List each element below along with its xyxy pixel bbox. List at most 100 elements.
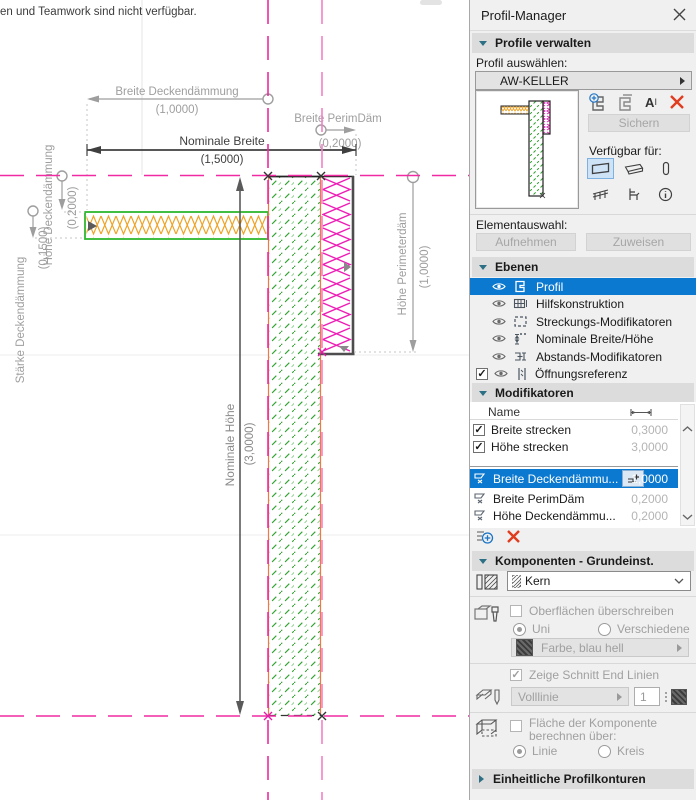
available-other-toggle[interactable]: [652, 184, 679, 205]
modifier-row-breite-deckendaemmung[interactable]: Breite Deckendämmu... 1,0000: [470, 469, 678, 488]
wall-core[interactable]: [268, 176, 321, 716]
layer-row-nominale-breite-hoehe[interactable]: Nominale Breite/Höhe: [470, 330, 696, 347]
modifier-table: Name ✓ Breite strecken 0,3000 ✓ Höhe str…: [470, 402, 696, 528]
dim-breite-deckendaemmung[interactable]: Breite Deckendämmung (1,0000): [87, 86, 273, 116]
add-modifier-button[interactable]: [476, 529, 494, 545]
dim-hoehe-perimeterdaem[interactable]: Höhe Perimeterdäm (1,0000): [397, 172, 431, 353]
pen-color-swatch: [671, 689, 687, 705]
value-column-header-icon[interactable]: [630, 408, 652, 417]
profile-layer-icon: [514, 280, 527, 293]
store-profile-button[interactable]: [614, 92, 636, 112]
new-profile-button[interactable]: [587, 92, 609, 112]
delete-profile-button[interactable]: [666, 92, 688, 112]
svg-text:(1,5000): (1,5000): [201, 154, 244, 166]
modifier-table-scrollbar[interactable]: [680, 404, 695, 526]
save-button[interactable]: Sichern: [588, 114, 690, 132]
section-modifikatoren[interactable]: Modifikatoren: [472, 383, 694, 403]
layer-row-profil[interactable]: Profil: [470, 278, 696, 295]
eye-icon[interactable]: [492, 334, 506, 343]
surface-dropdown[interactable]: Farbe, blau hell: [511, 638, 689, 657]
eye-icon[interactable]: [492, 352, 506, 361]
panel-titlebar[interactable]: Profil-Manager: [470, 0, 696, 31]
pen-color-button[interactable]: [664, 687, 690, 706]
assign-button[interactable]: Zuweisen: [586, 233, 691, 251]
component-dropdown[interactable]: Kern: [507, 571, 691, 591]
eye-icon[interactable]: [492, 317, 506, 326]
available-wall-toggle[interactable]: [587, 158, 614, 179]
area-calc-row[interactable]: Fläche der Komponente berechnen über:: [510, 717, 689, 743]
pen-number-input[interactable]: 1: [634, 687, 660, 706]
profile-select-dropdown[interactable]: AW-KELLER: [475, 71, 692, 90]
nominal-dimension-icon: [513, 332, 528, 346]
eye-icon[interactable]: [492, 299, 506, 308]
info-icon: [658, 187, 673, 202]
perimeter-insulation[interactable]: [318, 176, 355, 355]
modifier-row-breite-strecken[interactable]: ✓ Breite strecken 0,3000: [470, 421, 678, 438]
scroll-down-icon[interactable]: [681, 513, 694, 521]
modifier-row-breite-perimdaem[interactable]: Breite PerimDäm 0,2000: [470, 490, 678, 507]
eye-icon[interactable]: [492, 282, 506, 291]
kreis-radio[interactable]: [598, 745, 611, 758]
dim-nominale-breite[interactable]: Nominale Breite (1,5000): [87, 134, 356, 166]
profile-edit-canvas[interactable]: en und Teamwork sind nicht verfügbar.: [0, 0, 470, 800]
verschiedene-radio[interactable]: [598, 623, 611, 636]
svg-text:Breite Deckendämmung: Breite Deckendämmung: [115, 86, 238, 98]
profile-preview[interactable]: [475, 90, 579, 209]
section-profile-verwalten[interactable]: Profile verwalten: [472, 33, 694, 53]
kreis-radio-row[interactable]: Kreis: [598, 744, 644, 758]
linetype-dropdown[interactable]: Volllinie: [511, 687, 629, 706]
dim-breite-perimdaem[interactable]: Breite PerimDäm (0,2000): [294, 113, 382, 150]
component-icon: [476, 573, 500, 591]
svg-text:(1,0000): (1,0000): [419, 245, 431, 288]
linie-radio-row[interactable]: Linie: [513, 744, 557, 758]
modifier-row-hoehe-strecken[interactable]: ✓ Höhe strecken 3,0000: [470, 438, 678, 455]
delete-modifier-button[interactable]: [506, 529, 521, 544]
component-hatch-icon: [512, 575, 521, 588]
pickup-button[interactable]: Aufnehmen: [476, 233, 576, 251]
uni-radio-row[interactable]: Uni: [513, 622, 550, 636]
uni-radio[interactable]: [513, 623, 526, 636]
end-lines-checkbox[interactable]: ✓: [510, 669, 522, 681]
eye-icon[interactable]: [494, 369, 508, 378]
chevron-down-icon: [674, 578, 684, 584]
reference-guide-lines[interactable]: [0, 0, 470, 800]
available-beam-toggle[interactable]: [620, 158, 647, 179]
chair-object-icon: [626, 187, 641, 202]
available-railing-toggle[interactable]: [587, 184, 614, 205]
svg-text:Nominale Höhe: Nominale Höhe: [223, 403, 237, 486]
section-ebenen[interactable]: Ebenen: [472, 257, 694, 277]
surface-swatch: [516, 639, 533, 656]
close-icon[interactable]: [672, 7, 687, 22]
section-komponenten[interactable]: Komponenten - Grundeinst.: [472, 551, 694, 571]
profile-drawing: Breite Deckendämmung (1,0000) Breite Per…: [0, 0, 470, 800]
section-einheitliche-profilkonturen[interactable]: Einheitliche Profilkonturen: [472, 769, 694, 789]
railing-icon: [591, 188, 611, 202]
layer-visibility-checkbox[interactable]: ✓: [476, 368, 488, 380]
area-calc-checkbox[interactable]: [510, 720, 522, 732]
flyout-arrow-icon: [677, 644, 682, 652]
layer-row-abstands-modifikatoren[interactable]: Abstands-Modifikatoren: [470, 348, 696, 365]
rename-profile-button[interactable]: AI: [640, 92, 662, 112]
layer-row-hilfskonstruktion[interactable]: Hilfskonstruktion: [470, 295, 696, 312]
name-column-header[interactable]: Name: [488, 405, 520, 419]
surface-paint-icon: [474, 603, 502, 627]
dim-nominale-hoehe[interactable]: Nominale Höhe (3,0000): [223, 177, 256, 715]
profil-manager-panel: Profil-Manager Profile verwalten Profil …: [469, 0, 696, 800]
modifier-checkbox[interactable]: ✓: [473, 441, 485, 453]
layer-row-streckungs-modifikatoren[interactable]: Streckungs-Modifikatoren: [470, 313, 696, 330]
surface-override-checkbox[interactable]: [510, 605, 522, 617]
end-lines-row[interactable]: ✓ Zeige Schnitt End Linien: [510, 668, 659, 682]
verschiedene-radio-row[interactable]: Verschiedene: [598, 622, 690, 636]
surface-override-row[interactable]: Oberflächen überschreiben: [510, 604, 674, 618]
layer-row-oeffnungsreferenz[interactable]: ✓ Öffnungsreferenz: [470, 365, 696, 382]
available-column-toggle[interactable]: [652, 158, 679, 179]
scroll-up-icon[interactable]: [681, 425, 694, 433]
modifier-checkbox[interactable]: ✓: [473, 424, 485, 436]
divider: [470, 419, 678, 420]
linie-radio[interactable]: [513, 745, 526, 758]
dim-hoehe-deckendaemmung[interactable]: Höhe Deckendämmung (0,2000): [43, 145, 79, 266]
available-object-toggle[interactable]: [620, 184, 647, 205]
modifier-row-hoehe-deckendaemmung[interactable]: Höhe Deckendämmu... 0,2000: [470, 507, 678, 524]
scrollbar-remnant: [420, 0, 442, 5]
wall-icon: [591, 162, 610, 175]
